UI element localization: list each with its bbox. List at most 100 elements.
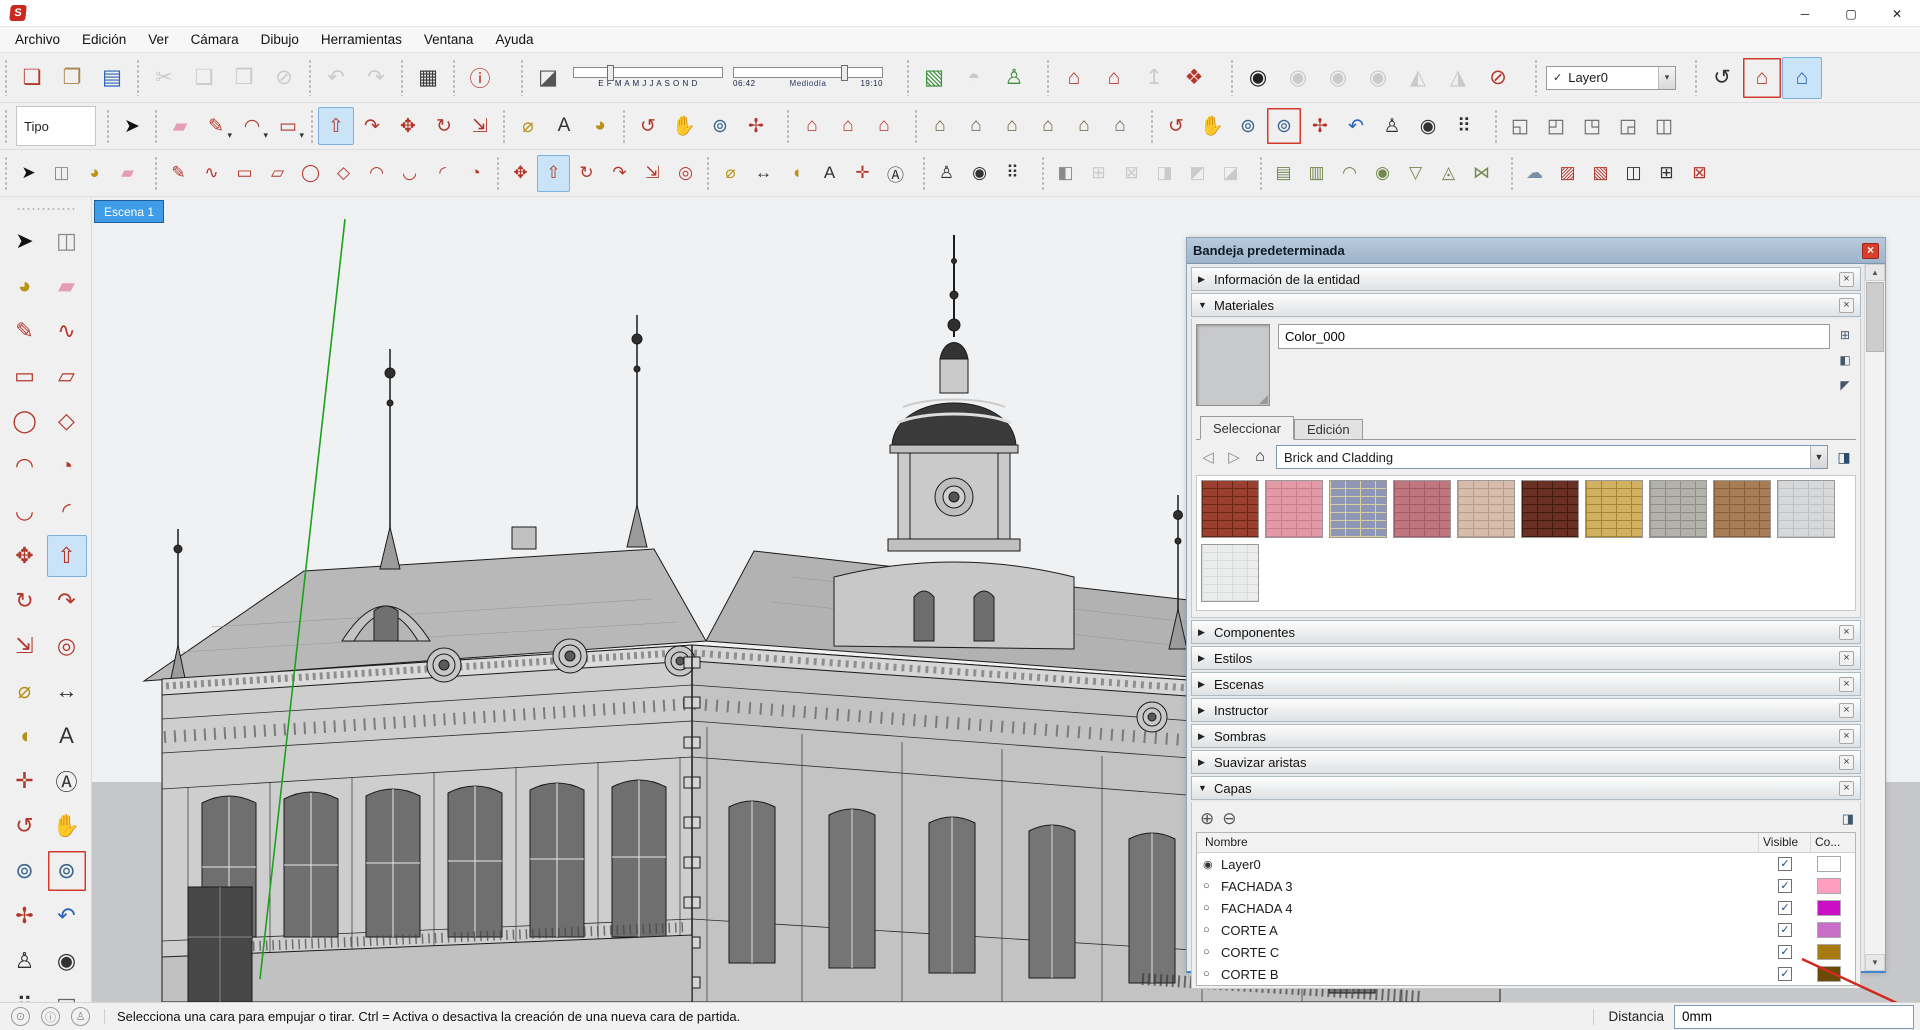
pie-icon[interactable]: ◔ bbox=[459, 155, 492, 192]
toolbar-grip[interactable] bbox=[135, 59, 141, 96]
two-point-arc-icon[interactable]: ◡ bbox=[393, 155, 426, 192]
line-l-icon[interactable]: ✎ bbox=[162, 155, 195, 192]
view-iso-icon[interactable]: ⌂ bbox=[922, 107, 958, 145]
solid-trim-icon[interactable]: ◩ bbox=[1181, 155, 1214, 192]
column-color[interactable]: Co... bbox=[1811, 833, 1855, 852]
delete-camera-icon[interactable]: ⊘ bbox=[1478, 57, 1518, 99]
add-detail-icon[interactable]: ◬ bbox=[1432, 155, 1465, 192]
text-icon[interactable]: A bbox=[546, 107, 582, 145]
circle-icon[interactable]: ◯ bbox=[294, 155, 327, 192]
tab-edicion[interactable]: Edición bbox=[1294, 419, 1363, 439]
toggle-terrain-icon[interactable]: ◓ bbox=[954, 57, 994, 99]
collapse-triangle-icon[interactable]: ▼ bbox=[1198, 300, 1214, 310]
layer-radio[interactable]: ○ bbox=[1203, 968, 1217, 980]
offset-icon[interactable]: ◎ bbox=[669, 155, 702, 192]
paint-bucket-icon[interactable]: ◕ bbox=[5, 265, 45, 307]
paste-icon[interactable]: ❒ bbox=[224, 57, 264, 99]
polygon-icon[interactable]: ◇ bbox=[47, 400, 87, 442]
layer-color-swatch[interactable] bbox=[1817, 922, 1841, 938]
follow-me-icon[interactable]: ↷ bbox=[47, 580, 87, 622]
material-pavers-pink[interactable] bbox=[1265, 480, 1323, 538]
protractor-icon[interactable]: ◖ bbox=[5, 715, 45, 757]
home-icon[interactable]: ⌂ bbox=[1250, 448, 1270, 466]
close-components-icon[interactable]: × bbox=[1839, 625, 1854, 640]
3d-text-icon[interactable]: Ⓐ bbox=[47, 760, 87, 802]
section-soften-edges[interactable]: ▶Suavizar aristas× bbox=[1191, 750, 1861, 774]
section-scenes[interactable]: ▶Escenas× bbox=[1191, 672, 1861, 696]
extension-warehouse-icon[interactable]: ❖ bbox=[1174, 57, 1214, 99]
follow-me-l-icon[interactable]: ↷ bbox=[603, 155, 636, 192]
push-pull-l-icon[interactable]: ⇧ bbox=[537, 155, 570, 192]
menu-herramientas[interactable]: Herramientas bbox=[310, 27, 413, 52]
orbit-icon[interactable]: ↺ bbox=[630, 107, 666, 145]
preview-animation-icon[interactable]: ◉ bbox=[1278, 57, 1318, 99]
toolbar-grip[interactable] bbox=[913, 109, 919, 143]
expand-triangle-icon[interactable]: ▶ bbox=[1198, 757, 1214, 768]
section-entity-info[interactable]: ▶Información de la entidad× bbox=[1191, 267, 1861, 291]
date-slider-handle[interactable] bbox=[607, 65, 614, 81]
layer-radio[interactable]: ○ bbox=[1203, 946, 1217, 958]
layer-row[interactable]: ○CORTE C✓ bbox=[1197, 941, 1855, 963]
component-options-icon[interactable]: ⊞ bbox=[1650, 155, 1683, 192]
expand-triangle-icon[interactable]: ▶ bbox=[1198, 653, 1214, 664]
toolbar-grip[interactable] bbox=[1493, 109, 1499, 143]
paint-l-icon[interactable]: ◕ bbox=[78, 155, 111, 192]
close-button[interactable]: ✕ bbox=[1874, 0, 1920, 27]
layer-color-swatch[interactable] bbox=[1817, 878, 1841, 894]
view-right-icon[interactable]: ⌂ bbox=[1102, 107, 1138, 145]
outer-shell-icon[interactable]: ◧ bbox=[1049, 155, 1082, 192]
arcs-icon[interactable]: ◠▾ bbox=[234, 107, 270, 145]
protractor-icon[interactable]: ◖ bbox=[780, 155, 813, 192]
toolbar-grip[interactable] bbox=[153, 156, 159, 190]
close-layers-icon[interactable]: × bbox=[1839, 781, 1854, 796]
toolbar-grip[interactable] bbox=[3, 59, 9, 96]
view-back-icon[interactable]: ⌂ bbox=[1030, 107, 1066, 145]
visible-checkbox[interactable]: ✓ bbox=[1778, 945, 1792, 959]
zoom-window-icon[interactable]: ⊚ bbox=[1266, 107, 1302, 145]
shadow-date-slider[interactable]: E F M A M J J A S O N D bbox=[573, 61, 723, 95]
expand-triangle-icon[interactable]: ▶ bbox=[1198, 274, 1214, 285]
close-shadows-icon[interactable]: × bbox=[1839, 729, 1854, 744]
close-instructor-icon[interactable]: × bbox=[1839, 703, 1854, 718]
solid-subtract-icon[interactable]: ◨ bbox=[1148, 155, 1181, 192]
menu-ventana[interactable]: Ventana bbox=[413, 27, 485, 52]
add-layer-icon[interactable]: ⊕ bbox=[1200, 809, 1214, 829]
close-soften-edges-icon[interactable]: × bbox=[1839, 755, 1854, 770]
position-camera-icon[interactable]: ♙ bbox=[5, 940, 45, 982]
rotate-l-icon[interactable]: ↻ bbox=[570, 155, 603, 192]
move-icon[interactable]: ✥ bbox=[390, 107, 426, 145]
resize-corner-icon[interactable] bbox=[1259, 395, 1268, 404]
arc-icon[interactable]: ◠ bbox=[5, 445, 45, 487]
rectangle-icon[interactable]: ▭ bbox=[5, 355, 45, 397]
rotated-rectangle-icon[interactable]: ▱ bbox=[47, 355, 87, 397]
maximize-button[interactable]: ▢ bbox=[1828, 0, 1874, 27]
material-stone-blue[interactable] bbox=[1329, 480, 1387, 538]
eraser-l-icon[interactable]: ▰ bbox=[111, 155, 144, 192]
visible-checkbox[interactable]: ✓ bbox=[1778, 857, 1792, 871]
date-slider-bar[interactable] bbox=[573, 67, 723, 78]
remove-layer-icon[interactable]: ⊖ bbox=[1222, 809, 1236, 829]
expand-triangle-icon[interactable]: ▶ bbox=[1198, 679, 1214, 690]
zoom-window-icon[interactable]: ⊚ bbox=[47, 850, 87, 892]
active-layer-dropdown[interactable]: ✓Layer0▾ bbox=[1546, 66, 1676, 90]
material-name-input[interactable] bbox=[1278, 324, 1830, 349]
material-collection-dropdown[interactable]: Brick and Cladding ▼ bbox=[1276, 445, 1828, 469]
toolbar-grip[interactable] bbox=[307, 59, 313, 96]
axes-icon[interactable]: ✛ bbox=[846, 155, 879, 192]
redo-icon[interactable]: ↷ bbox=[356, 57, 396, 99]
palette-drag-handle[interactable] bbox=[16, 207, 76, 212]
flip-edge-icon[interactable]: ⋈ bbox=[1465, 155, 1498, 192]
toolbar-grip[interactable] bbox=[1509, 156, 1515, 190]
camera-2-icon[interactable]: ◉ bbox=[1358, 57, 1398, 99]
pie-icon[interactable]: ◔ bbox=[47, 445, 87, 487]
share-model-icon[interactable]: ⌂ bbox=[1054, 57, 1094, 99]
toolbar-grip[interactable] bbox=[105, 109, 111, 143]
scene-tab[interactable]: Escena 1 bbox=[94, 200, 164, 223]
section-styles[interactable]: ▶Estilos× bbox=[1191, 646, 1861, 670]
layer-radio[interactable]: ○ bbox=[1203, 880, 1217, 892]
from-contours-icon[interactable]: ▤ bbox=[1267, 155, 1300, 192]
save-icon[interactable]: ▤ bbox=[92, 57, 132, 99]
create-material-icon[interactable]: ◧ bbox=[1837, 351, 1854, 368]
toolbar-grip[interactable] bbox=[1533, 59, 1539, 96]
display-section-cuts-icon[interactable]: ⌂ bbox=[1782, 57, 1822, 99]
